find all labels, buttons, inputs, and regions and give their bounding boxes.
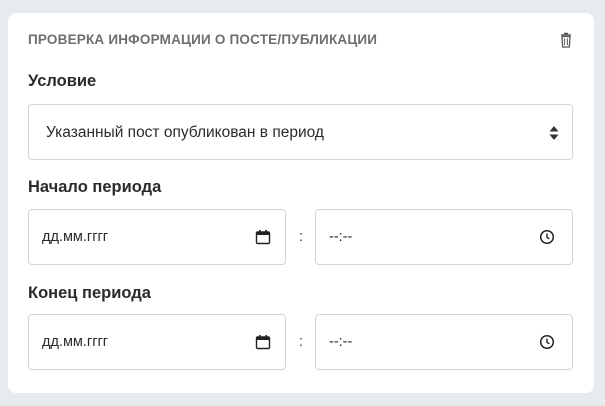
trash-icon[interactable] — [558, 32, 574, 48]
select-arrows-icon — [549, 125, 559, 141]
time-separator: : — [298, 333, 304, 350]
condition-select[interactable]: Указанный пост опубликован в период — [28, 104, 573, 160]
calendar-icon[interactable] — [255, 229, 271, 245]
calendar-icon[interactable] — [255, 334, 271, 350]
period-end-date-input[interactable]: дд.мм.гггг — [28, 314, 286, 370]
time-separator: : — [298, 228, 304, 245]
period-start-time-placeholder: --:-- — [329, 229, 353, 245]
clock-icon[interactable] — [539, 334, 555, 350]
period-end-time-placeholder: --:-- — [329, 334, 353, 350]
period-end-date-placeholder: дд.мм.гггг — [42, 334, 109, 350]
period-end-label: Конец периода — [28, 284, 151, 302]
period-start-time-input[interactable]: --:-- — [315, 209, 573, 265]
period-start-date-input[interactable]: дд.мм.гггг — [28, 209, 286, 265]
condition-selected-value: Указанный пост опубликован в период — [46, 124, 324, 141]
period-end-time-input[interactable]: --:-- — [315, 314, 573, 370]
card-title: ПРОВЕРКА ИНФОРМАЦИИ О ПОСТЕ/ПУБЛИКАЦИИ — [28, 32, 378, 47]
condition-card: ПРОВЕРКА ИНФОРМАЦИИ О ПОСТЕ/ПУБЛИКАЦИИ У… — [8, 13, 594, 393]
period-start-date-placeholder: дд.мм.гггг — [42, 229, 109, 245]
period-start-label: Начало периода — [28, 178, 162, 196]
clock-icon[interactable] — [539, 229, 555, 245]
condition-label: Условие — [28, 72, 97, 90]
